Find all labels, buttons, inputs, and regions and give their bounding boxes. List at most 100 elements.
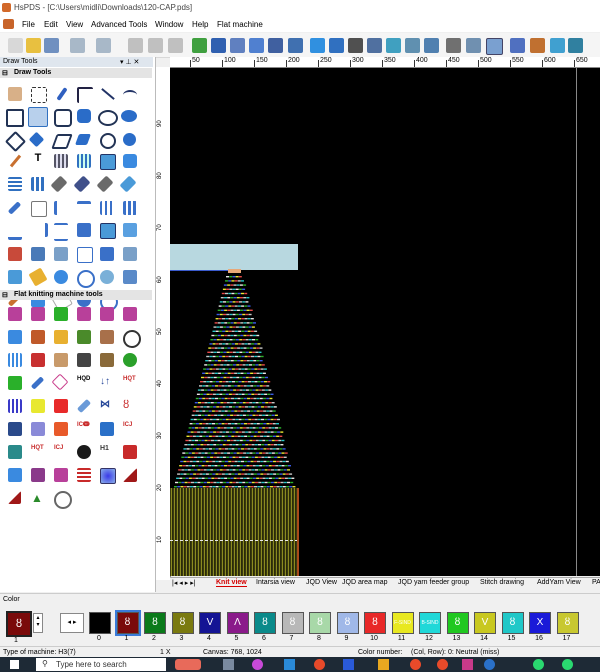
transfer-icon[interactable] <box>8 307 22 321</box>
window-icon[interactable] <box>424 38 439 53</box>
document-icon[interactable] <box>3 19 14 29</box>
tab-first-icon[interactable]: |◂ ◂ ▸ ▸| <box>172 579 196 587</box>
arrow-icon[interactable] <box>288 38 303 53</box>
needle-icon[interactable] <box>8 353 22 367</box>
knit-tool-icon[interactable] <box>54 353 68 367</box>
repeat-icon[interactable] <box>31 247 45 261</box>
pen-icon[interactable] <box>7 201 22 215</box>
frame-icon[interactable] <box>100 223 116 239</box>
select-rect-icon[interactable] <box>31 87 47 103</box>
rectangle-icon[interactable] <box>6 109 24 127</box>
menu-help[interactable]: Help <box>192 20 208 29</box>
task-view-icon[interactable] <box>223 659 234 670</box>
color-swatch[interactable]: ȣ <box>254 612 276 634</box>
shift-icon[interactable] <box>54 247 68 261</box>
outlook-icon[interactable] <box>284 659 295 670</box>
color-swatch[interactable]: ȣ <box>501 612 524 634</box>
align-top-icon[interactable] <box>77 201 91 218</box>
rounded-rect-icon[interactable] <box>54 109 72 127</box>
chrome-icon[interactable] <box>314 659 325 670</box>
curve-icon[interactable] <box>123 87 137 101</box>
icj-icon[interactable]: ICJ <box>123 422 137 436</box>
scale-icon[interactable] <box>77 247 93 263</box>
pin-tool-icon[interactable] <box>76 398 92 414</box>
align-right-icon[interactable] <box>31 223 48 237</box>
section-flat-knitting[interactable]: ⊟ Flat knitting machine tools <box>0 290 152 300</box>
menu-view[interactable]: View <box>66 20 83 29</box>
hqt-icon[interactable]: HQT <box>123 376 137 390</box>
color-swatch[interactable]: ȣ <box>364 612 386 634</box>
menu-file[interactable]: File <box>22 20 35 29</box>
rack-back-icon[interactable] <box>100 307 114 321</box>
sparkle-icon[interactable] <box>31 468 45 482</box>
color-swatch[interactable]: X <box>529 612 551 634</box>
rack-front-icon[interactable] <box>123 307 137 321</box>
distribute-h-icon[interactable] <box>100 201 114 215</box>
loop-icon[interactable] <box>123 353 137 367</box>
cam-icon[interactable] <box>31 330 45 344</box>
color-swatch[interactable]: ȣ <box>114 610 141 636</box>
refresh-icon[interactable] <box>54 270 68 284</box>
color-nav-buttons[interactable]: ◂ ▸ <box>60 613 84 633</box>
bow-icon[interactable]: ⋈ <box>100 399 114 413</box>
color-swatch[interactable]: F-SIND <box>391 612 414 634</box>
color-swatch[interactable]: ȣ <box>446 612 469 634</box>
pick-icon[interactable] <box>30 376 45 390</box>
chrome-profile2-icon[interactable] <box>437 659 448 670</box>
layout-icon[interactable] <box>486 38 503 55</box>
menu-edit[interactable]: Edit <box>44 20 58 29</box>
explorer-icon[interactable] <box>378 659 389 670</box>
row-lines-icon[interactable] <box>77 468 91 482</box>
hand-icon[interactable] <box>8 87 22 101</box>
tab-jqd-yarn-feeder-group[interactable]: JQD yarn feeder group <box>398 579 469 586</box>
color-swatch[interactable]: Λ <box>226 612 249 634</box>
corner-icon[interactable] <box>8 491 21 504</box>
camera-icon[interactable] <box>100 422 114 436</box>
distribute-v-icon[interactable] <box>123 201 137 215</box>
grid-tool-icon[interactable] <box>31 177 45 191</box>
export-icon[interactable] <box>550 38 565 53</box>
ball-icon[interactable] <box>77 445 91 459</box>
stack-icon[interactable] <box>466 38 481 53</box>
reel-icon[interactable] <box>100 270 114 284</box>
move-yarn-icon[interactable] <box>54 468 68 482</box>
hd-arrows-icon[interactable]: ↓↑ <box>100 376 114 390</box>
pencil-icon[interactable] <box>56 87 68 101</box>
menu-advanced-tools[interactable]: Advanced Tools <box>91 20 147 29</box>
text-icon[interactable]: T <box>31 152 45 166</box>
warning-icon[interactable] <box>54 330 68 344</box>
tab-jqd-area-map[interactable]: JQD area map <box>342 579 388 586</box>
solid-icon[interactable] <box>123 223 137 237</box>
flower-icon[interactable] <box>8 422 22 436</box>
red-green-icon[interactable] <box>123 445 137 459</box>
landscape-icon[interactable] <box>8 445 22 459</box>
filled-circle-icon[interactable] <box>123 133 136 146</box>
fill-bucket-icon[interactable] <box>119 175 137 193</box>
brush-tool-icon[interactable] <box>50 175 68 193</box>
eyedropper-icon[interactable] <box>8 154 22 168</box>
color-swatch[interactable]: ȣ <box>556 612 579 634</box>
color-swatch[interactable]: ȣ <box>336 612 359 634</box>
line-icon[interactable] <box>100 87 115 101</box>
miss-icon[interactable] <box>8 376 22 390</box>
binoculars-icon[interactable] <box>348 38 363 53</box>
gear-icon[interactable] <box>310 38 325 53</box>
spiral-icon[interactable] <box>54 491 72 509</box>
edge-icon[interactable] <box>484 659 495 670</box>
undo-icon[interactable] <box>70 38 85 53</box>
color-swatch[interactable]: V <box>199 612 221 634</box>
knit-canvas[interactable] <box>170 68 600 576</box>
align-bottom-icon[interactable] <box>8 223 22 240</box>
section-draw-tools[interactable]: ⊟ Draw Tools <box>0 68 152 78</box>
bucket-icon[interactable] <box>73 175 91 193</box>
yarn-carrier-icon[interactable] <box>8 330 22 344</box>
current-color-swatch[interactable]: ȣ <box>6 611 32 637</box>
jacquard-icon[interactable] <box>31 353 45 367</box>
ic-icon[interactable]: ICↈ <box>77 422 91 436</box>
yarn-icon[interactable] <box>530 38 545 53</box>
new-file-icon[interactable] <box>8 38 23 53</box>
center-icon[interactable] <box>54 223 68 241</box>
filled-parallelogram-icon[interactable] <box>74 134 92 145</box>
cloud-icon[interactable] <box>123 330 141 348</box>
hqt2-icon[interactable]: HQT <box>31 445 45 459</box>
